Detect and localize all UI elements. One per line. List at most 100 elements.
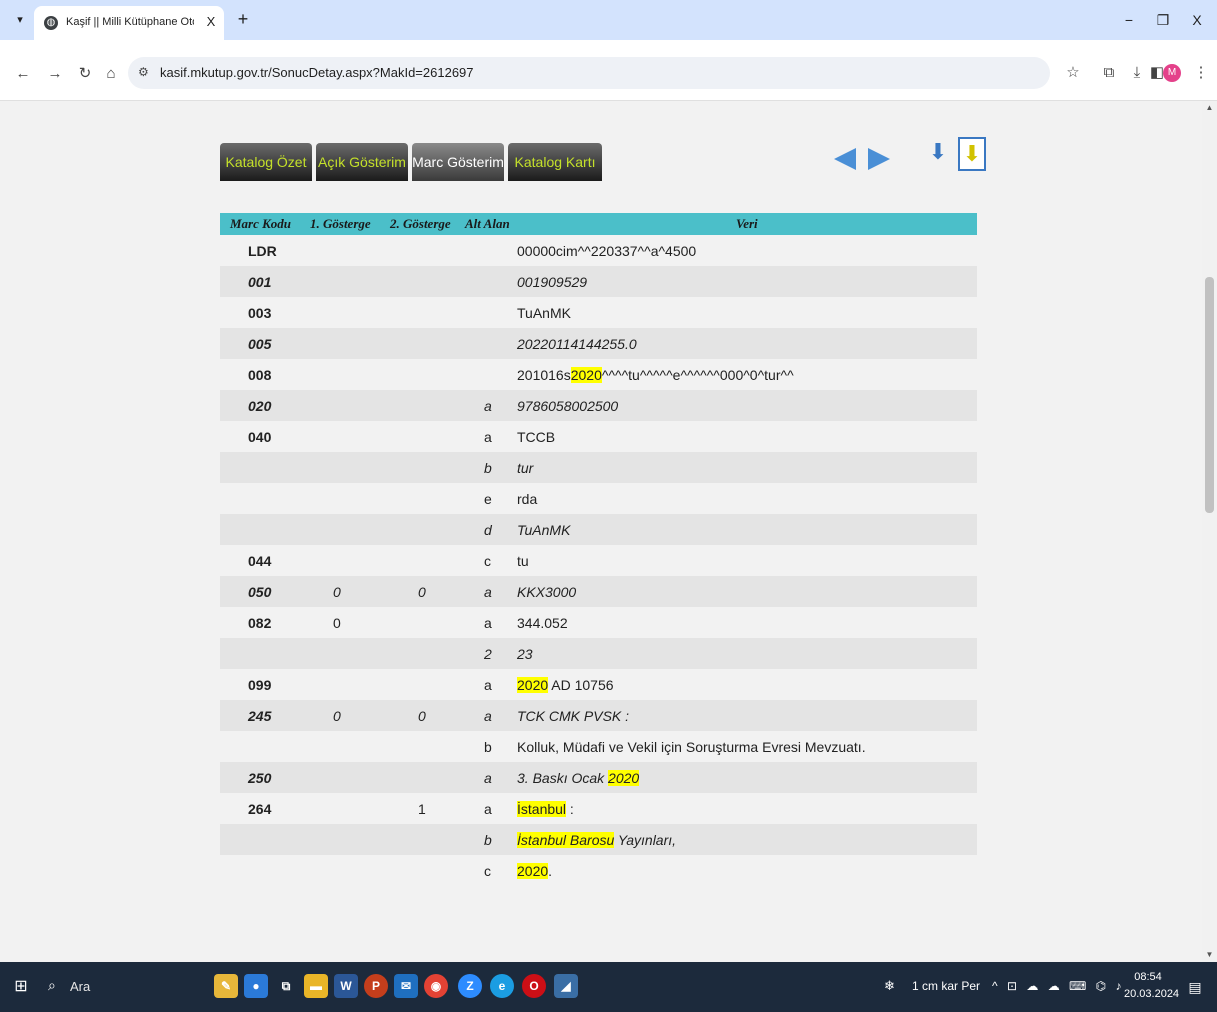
tab-close-icon[interactable]: X: [202, 13, 220, 31]
tab-search-icon[interactable]: ▾: [10, 10, 30, 30]
indicator-1: 0: [333, 584, 341, 600]
new-tab-button[interactable]: +: [232, 9, 254, 31]
weather-icon[interactable]: ❄: [884, 978, 895, 994]
subfield: b: [484, 460, 492, 476]
search-icon: ⌕: [48, 977, 56, 993]
marc-code: 044: [248, 553, 272, 569]
app-icon-2[interactable]: ◢: [554, 974, 578, 998]
menu-icon[interactable]: ⋮: [1190, 62, 1212, 84]
taskbar: ⊞ ⌕ Ara ✎ ● ⧉ ▬ W P ✉ ◉ Z e O ◢ ❄ 1 cm k…: [0, 962, 1217, 1012]
tab-strip: ▾ ◍ Kaşif || Milli Kütüphane Otomas X + …: [0, 0, 1217, 40]
next-record-icon[interactable]: [868, 148, 890, 170]
windows-start-icon[interactable]: ⊞: [12, 978, 30, 996]
table-row: 044 c tu: [220, 545, 977, 576]
browser-toolbar: ← → ↻ ⌂ ⚙ kasif.mkutup.gov.tr/SonucDetay…: [0, 40, 1217, 101]
profile-avatar[interactable]: M: [1163, 64, 1181, 82]
word-icon[interactable]: W: [334, 974, 358, 998]
system-tray-icons[interactable]: ^ ⊡ ☁ ☁ ⌨ ⌬ ♪: [992, 979, 1125, 993]
search-highlight: 2020: [570, 367, 602, 383]
table-body: LDR 00000cim^^220337^^a^4500 001 001909529 0…: [220, 235, 977, 886]
subfield: a: [484, 584, 492, 600]
scroll-up-icon[interactable]: ▲: [1202, 101, 1217, 115]
subfield: a: [484, 615, 492, 631]
field-data: 00000cim^^220337^^a^4500: [517, 243, 697, 259]
mail-icon[interactable]: ✉: [394, 974, 418, 998]
table-row: LDR 00000cim^^220337^^a^4500: [220, 235, 977, 266]
table-row: 040 a TCCB: [220, 421, 977, 452]
marc-code: 008: [248, 367, 272, 383]
home-icon[interactable]: ⌂: [100, 63, 122, 85]
indicator-1: 0: [333, 708, 341, 724]
marc-code: 050: [248, 584, 272, 600]
downloads-icon[interactable]: ⤓: [1126, 62, 1148, 84]
address-bar[interactable]: ⚙ kasif.mkutup.gov.tr/SonucDetay.aspx?Ma…: [128, 57, 1050, 89]
minimize-button[interactable]: −: [1116, 10, 1142, 30]
field-data: İstanbul Barosu Yayınları,: [517, 832, 677, 848]
subfield: d: [484, 522, 492, 538]
extensions-icon[interactable]: ⧉: [1098, 62, 1120, 84]
vertical-scrollbar[interactable]: ▲ ▼: [1202, 101, 1217, 962]
widgets-icon[interactable]: ✎: [214, 974, 238, 998]
table-row: e rda: [220, 483, 977, 514]
table-row: 008 201016s2020^^^^tu^^^^^e^^^^^^000^0^tu…: [220, 359, 977, 390]
marc-code: 003: [248, 305, 272, 321]
tab-katalog-karti[interactable]: Katalog Kartı: [508, 143, 602, 181]
tab-marc-gosterim[interactable]: Marc Gösterim: [412, 143, 504, 181]
page-viewport: Katalog Özet Açık Gösterim Marc Gösterim…: [0, 101, 1202, 962]
zoom-icon[interactable]: Z: [458, 974, 482, 998]
subfield: a: [484, 398, 492, 414]
weather-text[interactable]: 1 cm kar Per: [912, 979, 980, 993]
subfield: e: [484, 491, 492, 507]
table-header: Marc Kodu 1. Gösterge 2. Gösterge Alt Al…: [220, 213, 977, 235]
site-info-icon[interactable]: ⚙: [138, 65, 149, 79]
globe-icon: ◍: [44, 16, 58, 30]
tab-acik-gosterim[interactable]: Açık Gösterim: [316, 143, 408, 181]
close-window-button[interactable]: X: [1184, 10, 1210, 30]
browser-tab[interactable]: ◍ Kaşif || Milli Kütüphane Otomas X: [34, 6, 224, 40]
col-veri: Veri: [736, 216, 758, 231]
download-icon[interactable]: ⬇: [924, 137, 952, 171]
table-row: 250 a 3. Baskı Ocak 2020: [220, 762, 977, 793]
field-data: 2020 AD 10756: [517, 677, 614, 693]
reload-icon[interactable]: ↻: [74, 63, 96, 85]
field-data: TuAnMK: [517, 305, 571, 321]
search-placeholder: Ara: [70, 979, 91, 994]
col-alt-alan: Alt Alan: [465, 216, 510, 231]
forward-icon[interactable]: →: [44, 63, 66, 85]
chrome-icon[interactable]: ◉: [424, 974, 448, 998]
scroll-thumb[interactable]: [1205, 277, 1214, 513]
search-highlight: 2020: [608, 770, 640, 786]
table-row: 005 20220114144255.0: [220, 328, 977, 359]
opera-icon[interactable]: O: [522, 974, 546, 998]
subfield: a: [484, 770, 492, 786]
subfield: c: [484, 553, 491, 569]
edge-icon[interactable]: e: [490, 974, 514, 998]
search-highlight: İstanbul Barosu: [517, 832, 615, 848]
notification-icon[interactable]: ▤: [1186, 978, 1204, 996]
powerpoint-icon[interactable]: P: [364, 974, 388, 998]
bookmark-star-icon[interactable]: ☆: [1062, 62, 1084, 84]
marc-table: Marc Kodu 1. Gösterge 2. Gösterge Alt Al…: [220, 213, 977, 886]
col-gosterge-2: 2. Gösterge: [390, 216, 451, 231]
table-row: 082 0 a 344.052: [220, 607, 977, 638]
taskbar-search[interactable]: ⌕ Ara: [40, 972, 200, 1002]
scroll-down-icon[interactable]: ▼: [1202, 948, 1217, 962]
subfield: a: [484, 801, 492, 817]
previous-record-icon[interactable]: [834, 148, 856, 170]
field-data: TuAnMK: [517, 522, 571, 538]
clock-time[interactable]: 08:54: [1124, 971, 1172, 983]
table-row: b tur: [220, 452, 977, 483]
col-gosterge-1: 1. Gösterge: [310, 216, 371, 231]
back-icon[interactable]: ←: [12, 63, 34, 85]
url-text[interactable]: kasif.mkutup.gov.tr/SonucDetay.aspx?MakI…: [160, 65, 474, 80]
field-data: 20220114144255.0: [517, 336, 637, 352]
restore-button[interactable]: ❐: [1150, 10, 1176, 30]
clock-date[interactable]: 20.03.2024: [1124, 988, 1179, 1000]
subfield: a: [484, 429, 492, 445]
app-icon[interactable]: ●: [244, 974, 268, 998]
file-explorer-icon[interactable]: ▬: [304, 974, 328, 998]
task-view-icon[interactable]: ⧉: [274, 974, 298, 998]
tab-katalog-ozet[interactable]: Katalog Özet: [220, 143, 312, 181]
export-download-icon[interactable]: ⬇: [958, 137, 986, 171]
field-data: tur: [517, 460, 534, 476]
